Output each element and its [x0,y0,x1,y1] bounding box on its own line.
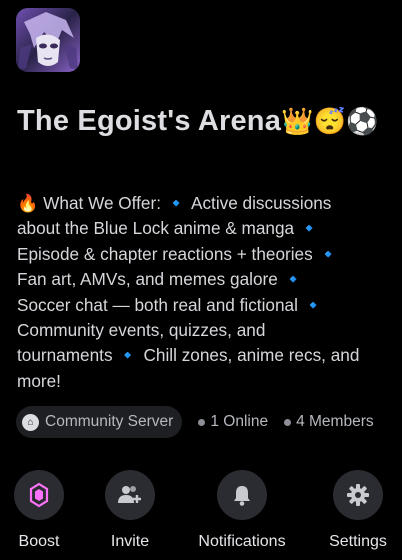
member-count: 4 Members [284,413,374,431]
invite-button[interactable]: Invite [80,470,180,551]
settings-circle [333,470,383,520]
boost-circle [14,470,64,520]
description-line: tournaments 🔹 Chill zones, anime recs, a… [17,345,360,366]
notifications-label: Notifications [198,533,286,550]
member-label: 4 Members [296,413,374,430]
title-emoji: 👑😴⚽ [281,106,379,136]
server-meta: ⌂ Community Server 1 Online 4 Members [16,406,394,438]
description-line: Fan art, AMVs, and memes galore 🔹 [17,269,304,290]
badge-label: Community Server [45,413,174,430]
server-avatar[interactable] [16,8,80,72]
description-line: 🔥 What We Offer: 🔹 Active discussions [17,193,332,213]
action-bar: Boost Invite Notifications Settings [0,470,402,560]
community-icon: ⌂ [22,413,39,431]
description-line: Community events, quizzes, and [17,320,266,341]
description-line: about the Blue Lock anime & manga 🔹 [17,218,321,239]
server-title: The Egoist's Arena👑😴⚽ [17,100,389,142]
settings-label: Settings [329,533,387,550]
invite-label: Invite [110,533,150,550]
invite-circle [105,470,155,520]
description-line: Episode & chapter reactions + theories 🔹 [17,243,339,264]
server-name: The Egoist's Arena [17,105,282,137]
description-line: Soccer chat — both real and fictional 🔹 [17,294,325,315]
boost-gem-icon [29,482,49,508]
notifications-circle [217,470,267,520]
online-label: 1 Online [210,413,269,430]
member-dot-icon [284,418,292,426]
online-count: 1 Online [198,413,268,431]
online-dot-icon [198,418,206,426]
boost-button[interactable]: Boost [0,470,89,551]
server-description: 🔥 What We Offer: 🔹 Active discussions ab… [17,191,389,394]
community-server-badge[interactable]: ⌂ Community Server [16,406,183,438]
gear-icon [347,484,369,506]
boost-label: Boost [18,533,60,550]
settings-button[interactable]: Settings [308,470,402,551]
bell-icon [234,486,250,506]
description-line: more! [17,370,61,391]
add-user-icon [118,486,141,503]
server-avatar-image [16,8,80,72]
notifications-button[interactable]: Notifications [192,470,292,551]
